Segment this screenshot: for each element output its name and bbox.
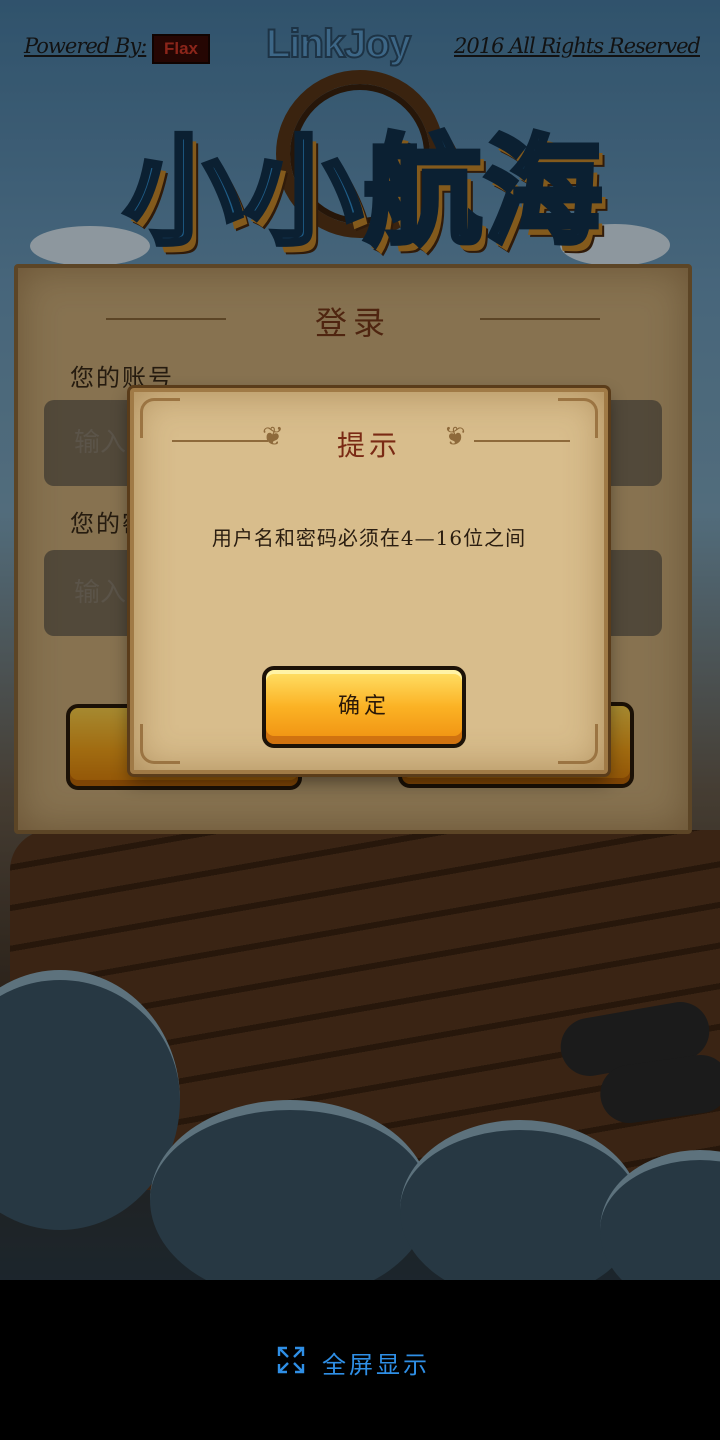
corner-ornament [140, 724, 180, 764]
dialog-title: 提示 [336, 429, 401, 462]
fullscreen-label: 全屏显示 [322, 1350, 430, 1379]
alert-dialog: ❦ ❦ 提示 用户名和密码必须在4—16位之间 确定 [130, 388, 608, 774]
expand-icon [276, 1345, 306, 1379]
corner-ornament [558, 724, 598, 764]
fullscreen-button[interactable]: 全屏显示 [276, 1344, 430, 1380]
bottom-bar: 全屏显示 [0, 1280, 720, 1440]
confirm-button[interactable]: 确定 [262, 666, 466, 748]
dialog-message: 用户名和密码必须在4—16位之间 [211, 526, 527, 550]
